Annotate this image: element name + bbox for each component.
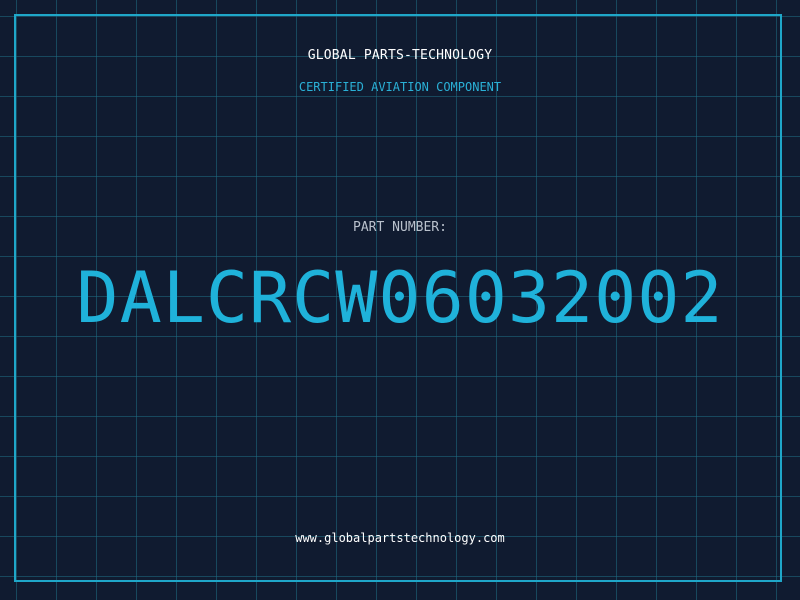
certification-tagline: CERTIFIED AVIATION COMPONENT <box>298 80 502 94</box>
company-name: GLOBAL PARTS-TECHNOLOGY <box>307 48 493 63</box>
part-number-label: PART NUMBER: <box>353 220 447 235</box>
label-canvas: GLOBAL PARTS-TECHNOLOGY CERTIFIED AVIATI… <box>0 0 800 600</box>
website-url: www.globalpartstechnology.com <box>295 531 505 545</box>
part-number-value: DALCRCW06032002 <box>76 257 724 339</box>
